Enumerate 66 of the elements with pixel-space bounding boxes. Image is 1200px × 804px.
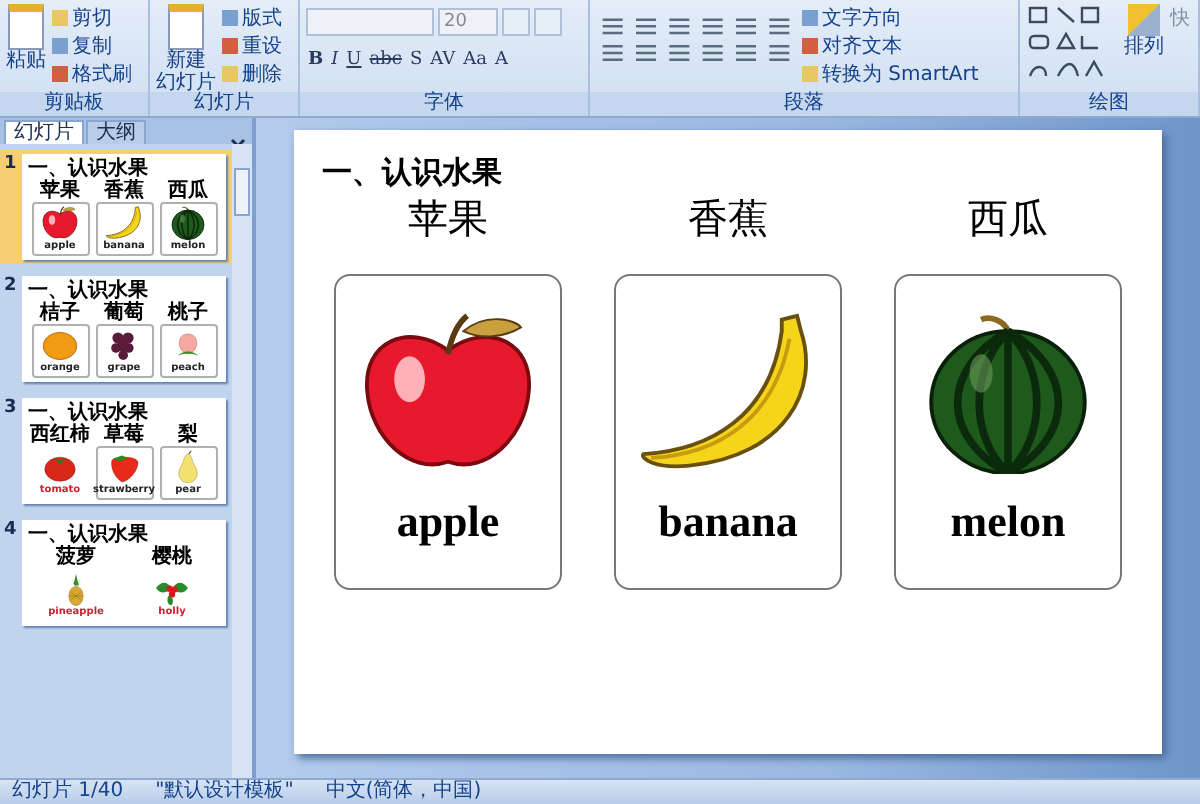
thumbnail-heading: 一、认识水果 [28, 402, 150, 424]
ribbon-command[interactable]: 删除 [222, 60, 282, 86]
fruit-name-chinese: 香蕉 [688, 192, 768, 246]
new-slide-button[interactable]: 新建 幻灯片 [156, 4, 216, 92]
thumbnail-label: 梨 [178, 424, 198, 446]
format-button[interactable]: abc [367, 50, 404, 70]
ribbon-command[interactable]: 剪切 [52, 4, 132, 30]
group-label: 字体 [300, 92, 588, 116]
paste-button[interactable]: 粘贴 [6, 4, 46, 72]
arrange-button[interactable]: 排列 [1124, 4, 1164, 58]
thumbnail-label: 草莓 [104, 424, 144, 446]
ribbon-command[interactable]: 重设 [222, 32, 282, 58]
status-text: 中文(简体，中国) [325, 780, 482, 804]
document-icon [168, 4, 204, 50]
slide-number: 4 [4, 520, 18, 544]
ribbon-command[interactable]: 复制 [52, 32, 132, 58]
pane-tab[interactable]: 大纲 [86, 120, 146, 144]
watermelon-drawing [168, 206, 208, 240]
thumbnail-label: 葡萄 [104, 302, 144, 324]
document-icon [8, 4, 44, 50]
fruit-name-english: melon [950, 496, 1066, 549]
thumbnail-label: 桔子 [40, 302, 80, 324]
format-button[interactable]: U [344, 50, 364, 70]
stacked-squares-icon [1128, 4, 1160, 36]
scroll-thumb[interactable] [234, 168, 250, 216]
fruit-name-chinese: 苹果 [408, 192, 488, 246]
format-button[interactable]: S [407, 50, 425, 70]
slide-number: 1 [4, 154, 18, 178]
status-text: 幻灯片 1/40 [12, 780, 124, 804]
group-label: 绘图 [1020, 92, 1198, 116]
format-button[interactable]: B [306, 50, 326, 70]
status-text: "默认设计模板" [155, 780, 294, 804]
font-name-field[interactable] [306, 8, 434, 36]
thumbnail-label: 香蕉 [104, 180, 144, 202]
group-label: 剪贴板 [0, 92, 148, 116]
thumbnail-label: 苹果 [40, 180, 80, 202]
ribbon-command[interactable]: 格式刷 [52, 60, 132, 86]
group-label: 幻灯片 [150, 92, 298, 116]
slide-heading: 一、认识水果 [322, 154, 504, 192]
thumbnail-label: 桃子 [168, 302, 208, 324]
fruit-name-english: apple [396, 496, 500, 549]
thumbnail-label: 樱桃 [152, 546, 192, 568]
citrus-fruit-drawing [40, 328, 80, 362]
fruit-name-chinese: 西瓜 [968, 192, 1048, 246]
slide-number: 3 [4, 398, 18, 422]
format-button[interactable]: I [329, 50, 341, 70]
pane-tab[interactable]: 幻灯片 [4, 120, 84, 144]
ribbon-command[interactable]: 文字方向 [802, 4, 979, 30]
ribbon-command[interactable]: 版式 [222, 4, 282, 30]
thumbnail-heading: 一、认识水果 [28, 524, 150, 546]
scrollbar[interactable] [232, 144, 252, 778]
banana-drawing [104, 206, 144, 240]
fruit-name-english: banana [658, 496, 798, 549]
format-button[interactable]: AV [428, 50, 458, 70]
thumbnail-label: 西瓜 [168, 180, 208, 202]
thumbnail-label: 西红柿 [30, 424, 90, 446]
format-button[interactable]: Aa [461, 50, 490, 70]
thumbnail-label: 菠萝 [56, 546, 96, 568]
ribbon-command[interactable]: 对齐文本 [802, 32, 979, 58]
thumbnail-heading: 一、认识水果 [28, 158, 150, 180]
thumbnail-heading: 一、认识水果 [28, 280, 150, 302]
format-button[interactable]: A [493, 50, 511, 70]
apple-drawing [40, 206, 80, 240]
group-label: 段落 [590, 92, 1018, 116]
slide-number: 2 [4, 276, 18, 300]
ribbon-command[interactable]: 转换为 SmartArt [802, 60, 979, 86]
